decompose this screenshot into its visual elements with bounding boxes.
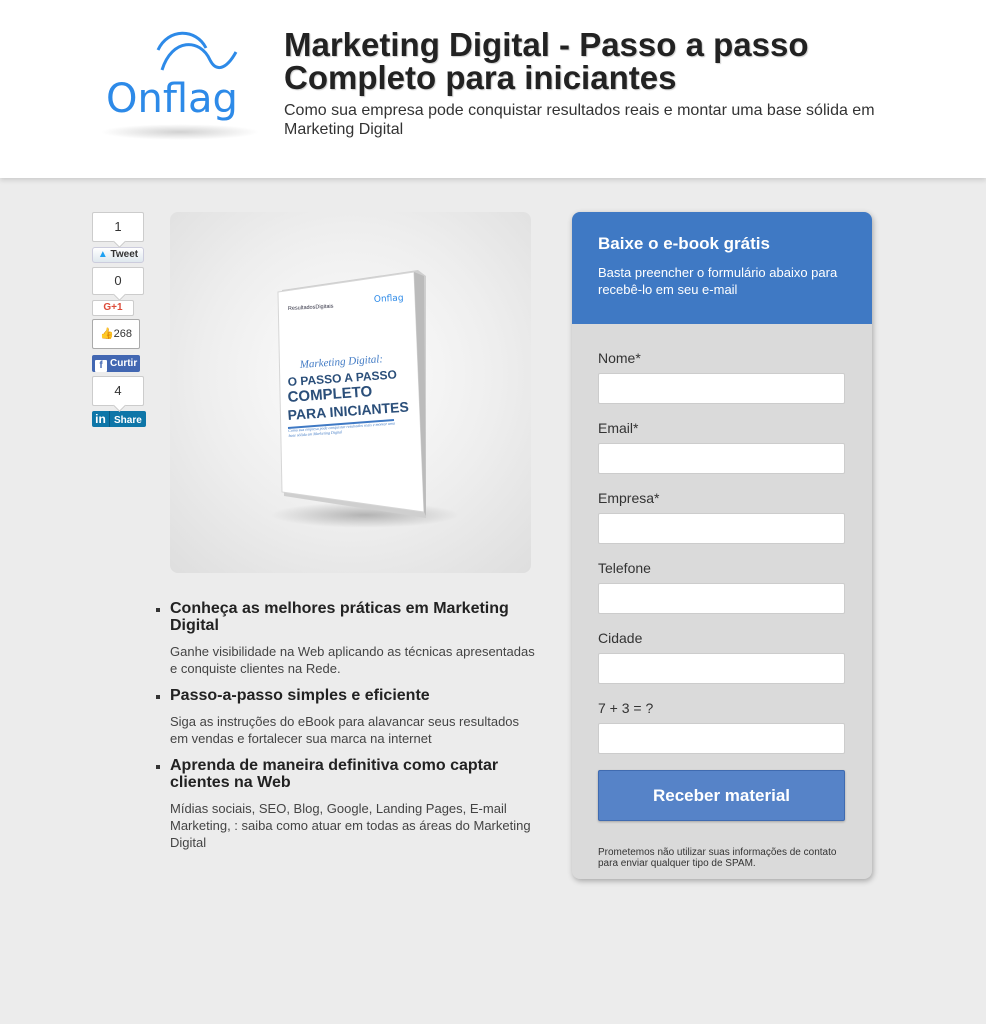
logo-text: Onflag [106, 76, 238, 122]
field-nome: Nome* [598, 350, 846, 404]
fb-like-label: Curtir [110, 358, 138, 369]
bullet-icon [156, 608, 160, 612]
benefit-item: Conheça as melhores práticas em Marketin… [156, 600, 536, 677]
book-logo: Onflag [374, 293, 404, 305]
benefit-item: Aprenda de maneira definitiva como capta… [156, 757, 536, 851]
form-header: Baixe o e-book grátis Basta preencher o … [572, 212, 872, 324]
benefit-item: Passo-a-passo simples e eficiente Siga a… [156, 687, 536, 747]
linkedin-share-button[interactable]: in Share [92, 411, 146, 427]
cidade-input[interactable] [598, 653, 845, 684]
form-heading: Baixe o e-book grátis [598, 234, 770, 253]
download-form: Baixe o e-book grátis Basta preencher o … [572, 212, 872, 879]
facebook-icon: f [95, 360, 107, 372]
benefit-text: Siga as instruções do eBook para alavanc… [170, 714, 520, 746]
facebook-like-button[interactable]: f Curtir [92, 355, 140, 372]
gplus-button[interactable]: G+1 [92, 300, 134, 316]
field-label: Nome* [598, 350, 641, 366]
form-fields: Nome* Email* Empresa* Telefone Cidade 7 … [572, 324, 872, 869]
twitter-icon: ▲ [97, 249, 108, 260]
field-cidade: Cidade [598, 630, 846, 684]
captcha-input[interactable] [598, 723, 845, 754]
tweet-button[interactable]: ▲ Tweet [92, 247, 144, 263]
fb-like-count-value: 268 [113, 328, 133, 340]
email-input[interactable] [598, 443, 845, 474]
benefit-title: Conheça as melhores práticas em Marketin… [170, 600, 509, 634]
bullet-icon [156, 695, 160, 699]
tweet-label: Tweet [110, 249, 139, 260]
bullet-icon [156, 765, 160, 769]
field-captcha: 7 + 3 = ? [598, 700, 846, 754]
thumbs-up-icon: 👍 [99, 328, 114, 340]
tweet-count: 1 [92, 212, 144, 242]
linkedin-icon: in [92, 411, 110, 427]
logo-shadow [100, 124, 260, 140]
spam-disclaimer: Prometemos não utilizar suas informações… [598, 847, 837, 869]
page-subtitle: Como sua empresa pode conquistar resulta… [284, 102, 875, 138]
benefit-text: Ganhe visibilidade na Web aplicando as t… [170, 644, 535, 676]
telefone-input[interactable] [598, 583, 845, 614]
facebook-like-count: 👍268 [92, 319, 140, 349]
field-label: Empresa* [598, 490, 660, 506]
field-empresa: Empresa* [598, 490, 846, 544]
field-telefone: Telefone [598, 560, 846, 614]
linkedin-count: 4 [92, 376, 144, 406]
page-header: Onflag Marketing Digital - Passo a passo… [0, 0, 986, 178]
benefit-text: Mídias sociais, SEO, Blog, Google, Landi… [170, 801, 531, 850]
form-subheading: Basta preencher o formulário abaixo para… [598, 265, 838, 297]
field-label: 7 + 3 = ? [598, 700, 654, 716]
ebook-cover: ResultadosDigitais Onflag Marketing Digi… [277, 270, 426, 518]
gplus-count: 0 [92, 267, 144, 295]
field-label: Cidade [598, 630, 643, 646]
social-share-bar: 1 ▲ Tweet 0 G+1 👍268 f Curtir 4 in Share [92, 212, 146, 427]
linkedin-label: Share [114, 415, 142, 426]
benefit-title: Aprenda de maneira definitiva como capta… [170, 757, 499, 791]
nome-input[interactable] [598, 373, 845, 404]
field-email: Email* [598, 420, 846, 474]
page-title: Marketing Digital - Passo a passo Comple… [284, 26, 809, 96]
field-label: Email* [598, 420, 639, 436]
submit-button[interactable]: Receber material [598, 770, 845, 821]
empresa-input[interactable] [598, 513, 845, 544]
ebook-cover-image: ResultadosDigitais Onflag Marketing Digi… [170, 212, 531, 573]
benefits-list: Conheça as melhores práticas em Marketin… [156, 600, 536, 861]
field-label: Telefone [598, 560, 651, 576]
benefit-title: Passo-a-passo simples e eficiente [170, 687, 430, 704]
